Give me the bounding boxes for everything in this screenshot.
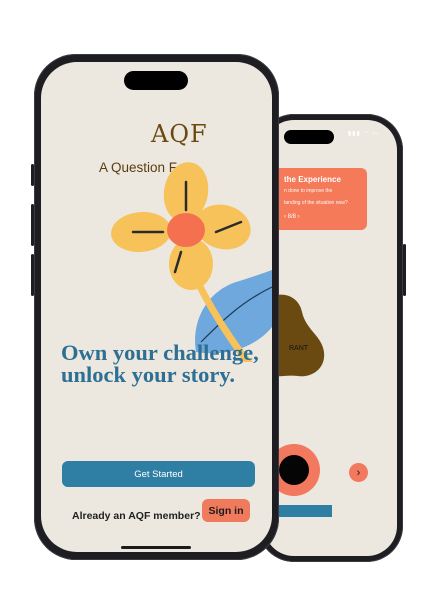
- member-prompt: Already an AQF member?: [72, 510, 201, 522]
- dynamic-island: [284, 130, 334, 144]
- card-question-line-2: tanding of the situation now?: [284, 200, 348, 206]
- record-icon: [279, 455, 309, 485]
- question-card: the Experience n done to improve the tan…: [270, 168, 367, 230]
- back-phone-frame: ▮▮▮ ◠ ▭ the Experience n done to improve…: [258, 114, 406, 562]
- hero-headline: Own your challenge, unlock your story.: [61, 340, 259, 387]
- power-button: [403, 244, 406, 296]
- card-question-line-1: n done to improve the: [284, 188, 333, 194]
- card-title: the Experience: [284, 175, 341, 184]
- front-phone-screen: AQF A Question For Own your challenge, u…: [41, 62, 272, 552]
- home-indicator[interactable]: [121, 546, 191, 549]
- back-phone-screen: ▮▮▮ ◠ ▭ the Experience n done to improve…: [264, 120, 397, 556]
- volume-down-button: [31, 254, 34, 296]
- rant-label: RANT: [289, 345, 309, 352]
- sign-in-button[interactable]: Sign in: [202, 499, 250, 522]
- dynamic-island: [124, 71, 188, 90]
- app-logo: AQF: [151, 120, 208, 148]
- next-button[interactable]: ›: [349, 463, 368, 482]
- mute-switch: [31, 164, 34, 186]
- get-started-button[interactable]: Get Started: [62, 461, 255, 487]
- volume-up-button: [31, 204, 34, 246]
- flower-illustration: [111, 162, 272, 362]
- card-pagination[interactable]: ‹ 8/8 ›: [284, 214, 300, 220]
- status-bar-icons: ▮▮▮ ◠ ▭: [347, 131, 379, 137]
- chevron-right-icon: ›: [356, 466, 361, 479]
- front-phone-frame: AQF A Question For Own your challenge, u…: [31, 54, 279, 560]
